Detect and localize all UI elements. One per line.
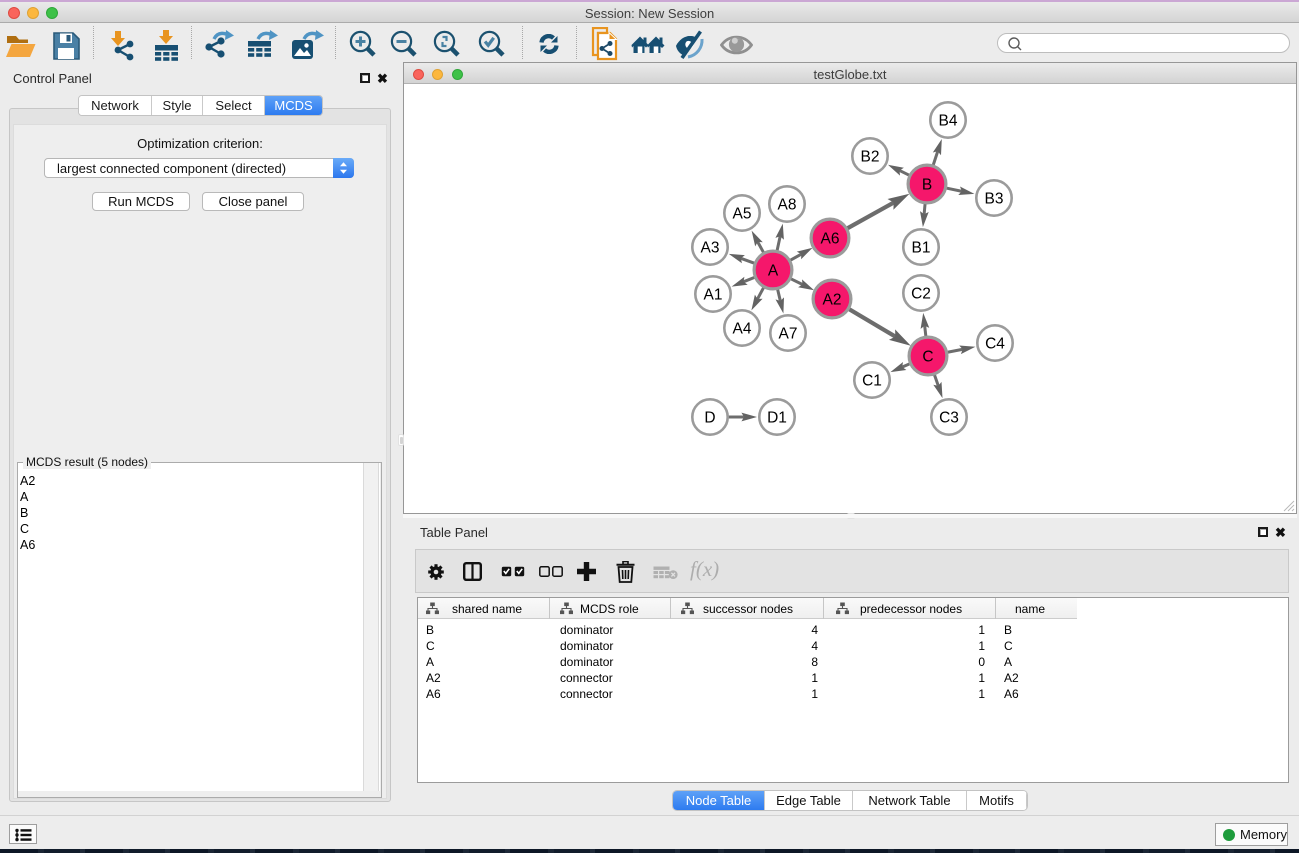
svg-text:A4: A4 [733, 321, 752, 338]
svg-text:C2: C2 [911, 286, 931, 303]
svg-text:D: D [704, 410, 715, 427]
svg-text:A8: A8 [778, 197, 797, 214]
svg-text:A1: A1 [704, 287, 723, 304]
svg-text:B3: B3 [985, 191, 1004, 208]
svg-text:C1: C1 [862, 373, 882, 390]
svg-text:C: C [922, 349, 933, 366]
svg-text:B2: B2 [861, 149, 880, 166]
svg-text:A5: A5 [733, 206, 752, 223]
svg-text:B: B [922, 177, 932, 194]
svg-text:B1: B1 [912, 240, 931, 257]
svg-text:A: A [768, 263, 779, 280]
svg-text:C3: C3 [939, 410, 959, 427]
svg-text:C4: C4 [985, 336, 1005, 353]
svg-text:A7: A7 [779, 326, 798, 343]
svg-text:D1: D1 [767, 410, 787, 427]
svg-text:A6: A6 [821, 231, 840, 248]
svg-text:B4: B4 [939, 113, 958, 130]
svg-text:A2: A2 [823, 292, 842, 309]
svg-text:A3: A3 [701, 240, 720, 257]
